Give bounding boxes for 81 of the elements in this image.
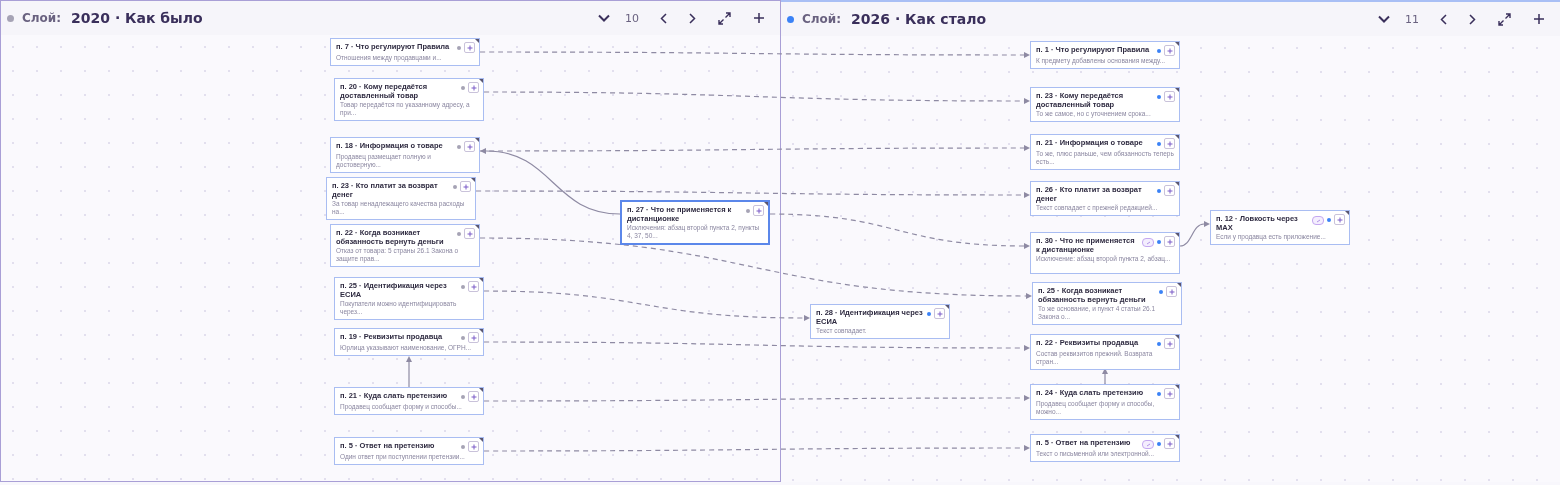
status-dot xyxy=(1159,290,1163,294)
status-dot xyxy=(1157,392,1161,396)
corner-handle-icon[interactable] xyxy=(479,79,483,83)
corner-handle-icon[interactable] xyxy=(475,138,479,142)
add-button[interactable] xyxy=(468,391,479,402)
status-dot xyxy=(1157,95,1161,99)
add-button[interactable] xyxy=(1164,45,1175,56)
previous-button[interactable] xyxy=(1438,11,1449,27)
add-button[interactable] xyxy=(468,281,479,292)
status-dot xyxy=(461,86,465,90)
layer-label: Слой: xyxy=(802,12,842,26)
corner-handle-icon[interactable] xyxy=(471,178,475,182)
connector-arrow xyxy=(1179,221,1210,247)
add-button[interactable] xyxy=(1164,338,1175,349)
status-dot xyxy=(457,145,461,149)
layer-title: 2026 · Как стало xyxy=(851,11,987,27)
corner-handle-icon[interactable] xyxy=(479,278,483,282)
corner-handle-icon[interactable] xyxy=(479,329,483,333)
corner-handle-icon[interactable] xyxy=(475,39,479,43)
status-dot xyxy=(461,395,465,399)
add-button[interactable] xyxy=(934,308,945,319)
add-button[interactable] xyxy=(1164,138,1175,149)
status-dot xyxy=(1157,240,1161,244)
corner-handle-icon[interactable] xyxy=(475,225,479,229)
status-dot xyxy=(453,185,457,189)
add-button[interactable] xyxy=(1334,214,1345,225)
connector-arrow xyxy=(406,356,412,388)
previous-button[interactable] xyxy=(658,10,669,26)
corner-handle-icon[interactable] xyxy=(1175,42,1179,46)
add-button[interactable] xyxy=(464,42,475,53)
add-button[interactable] xyxy=(1164,185,1175,196)
add-button[interactable] xyxy=(468,82,479,93)
dropdown-button[interactable] xyxy=(596,12,612,24)
layer-title: 2020 · Как было xyxy=(71,10,203,26)
corner-handle-icon[interactable] xyxy=(1175,233,1179,237)
add-button[interactable] xyxy=(1164,388,1175,399)
status-dot xyxy=(927,312,931,316)
status-dot xyxy=(461,445,465,449)
add-button[interactable] xyxy=(464,228,475,239)
status-dot xyxy=(1157,189,1161,193)
corner-handle-icon[interactable] xyxy=(1175,182,1179,186)
add-button[interactable] xyxy=(1164,91,1175,102)
corner-handle-icon[interactable] xyxy=(1175,435,1179,439)
layer-label: Слой: xyxy=(22,11,62,25)
next-button[interactable] xyxy=(1467,11,1478,27)
corner-handle-icon[interactable] xyxy=(764,202,768,206)
corner-handle-icon[interactable] xyxy=(1175,385,1179,389)
node-count: 10 xyxy=(625,11,639,25)
status-dot xyxy=(457,232,461,236)
status-dot xyxy=(1157,442,1161,446)
status-dot xyxy=(1327,218,1331,222)
add-button[interactable] xyxy=(460,181,471,192)
status-dot xyxy=(746,209,750,213)
add-button[interactable] xyxy=(468,441,479,452)
expand-button[interactable] xyxy=(716,9,733,27)
status-dot xyxy=(457,46,461,50)
add-button[interactable] xyxy=(753,205,764,216)
add-button[interactable] xyxy=(751,10,767,26)
corner-handle-icon[interactable] xyxy=(1175,135,1179,139)
corner-handle-icon[interactable] xyxy=(1345,211,1349,215)
connector-arrow xyxy=(1102,368,1108,385)
corner-handle-icon[interactable] xyxy=(1177,283,1181,287)
node-count: 11 xyxy=(1405,12,1419,26)
dropdown-button[interactable] xyxy=(1376,13,1392,25)
status-dot xyxy=(461,285,465,289)
corner-handle-icon[interactable] xyxy=(479,388,483,392)
add-button[interactable] xyxy=(1164,438,1175,449)
status-dot xyxy=(1157,342,1161,346)
corner-handle-icon[interactable] xyxy=(479,438,483,442)
corner-handle-icon[interactable] xyxy=(1175,88,1179,92)
corner-handle-icon[interactable] xyxy=(1175,335,1179,339)
add-button[interactable] xyxy=(1166,286,1177,297)
status-dot xyxy=(1157,49,1161,53)
add-button[interactable] xyxy=(1164,236,1175,247)
next-button[interactable] xyxy=(687,10,698,26)
expand-button[interactable] xyxy=(1496,10,1513,28)
status-dot xyxy=(461,336,465,340)
status-dot xyxy=(1157,142,1161,146)
add-button[interactable] xyxy=(1531,11,1547,27)
corner-handle-icon[interactable] xyxy=(945,305,949,309)
add-button[interactable] xyxy=(464,141,475,152)
